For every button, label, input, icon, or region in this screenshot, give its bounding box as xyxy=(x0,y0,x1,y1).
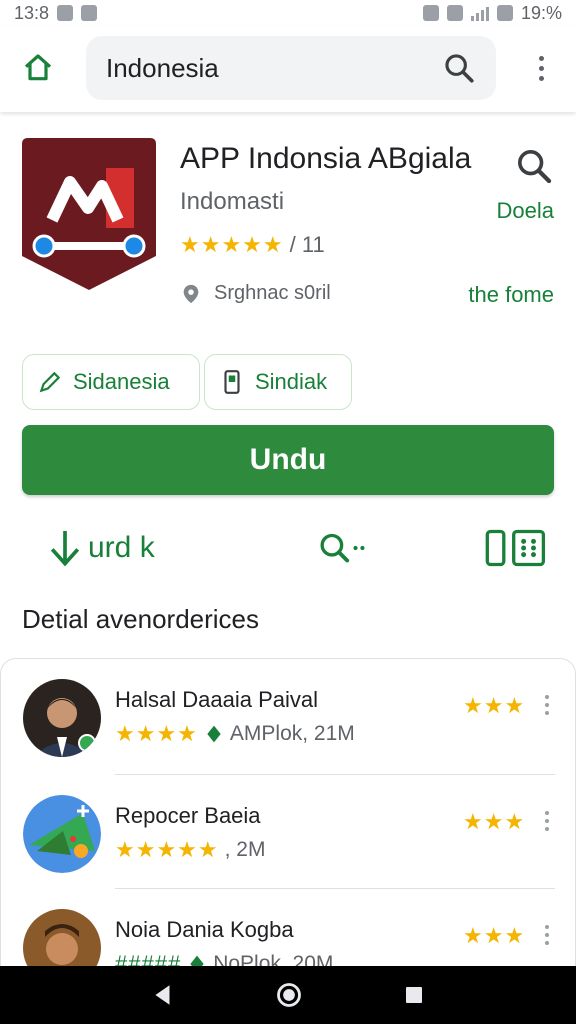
signal-icon xyxy=(470,5,489,21)
pencil-icon xyxy=(39,371,61,393)
system-nav-bar xyxy=(0,966,576,1024)
search-query: Indonesia xyxy=(106,52,219,83)
developer-link[interactable]: Doela xyxy=(497,198,554,224)
action-label: urd k xyxy=(88,531,155,564)
app-title: APP Indonsia ABgiala xyxy=(180,142,472,175)
more-options-button[interactable] xyxy=(545,695,549,715)
avatar xyxy=(23,909,101,967)
search-action[interactable] xyxy=(318,524,368,572)
recents-icon[interactable] xyxy=(402,983,426,1007)
battery-percent: 19:% xyxy=(520,2,562,23)
battery-icon xyxy=(496,5,513,21)
review-right-stars: ★★★ xyxy=(463,693,526,718)
chip-sindiak[interactable]: Sindiak xyxy=(204,354,352,410)
section-title: Detial avenorderices xyxy=(22,604,260,634)
location-pin-icon xyxy=(183,284,199,303)
list-item[interactable]: Halsal Daaaia Paival ★★★★ AMPlok, 21M ★★… xyxy=(1,659,575,771)
home-nav-icon[interactable] xyxy=(275,981,303,1009)
book-icon xyxy=(485,529,546,567)
home-button[interactable] xyxy=(18,48,58,88)
review-stars: ★★★★ xyxy=(115,721,198,746)
review-name: Halsal Daaaia Paival xyxy=(115,687,318,712)
back-icon[interactable] xyxy=(150,982,176,1008)
rating-stars: ★★★★★ xyxy=(180,232,284,257)
more-options-button[interactable] xyxy=(545,925,549,945)
phone-icon xyxy=(224,370,240,394)
vibrate-icon xyxy=(422,5,439,21)
download-action[interactable]: urd k xyxy=(48,524,155,572)
chip-sidanesia[interactable]: Sidanesia xyxy=(22,354,200,410)
app-rating: ★★★★★ / 11 xyxy=(180,232,325,258)
app-developer[interactable]: Indomasti xyxy=(180,188,284,216)
review-meta: ★★★★★ , 2M xyxy=(115,837,265,863)
chip-label: Sidanesia xyxy=(73,369,170,394)
list-item[interactable]: Repocer Baeia ★★★★★ , 2M ★★★ xyxy=(1,775,575,887)
review-stars: ★★★★★ xyxy=(115,837,219,862)
rating-count: / 11 xyxy=(289,232,325,257)
see-more-link[interactable]: the fome xyxy=(468,282,554,308)
verified-icon xyxy=(207,725,221,743)
status-bar: 13:8 19:% xyxy=(0,0,576,26)
search-input[interactable]: Indonesia xyxy=(86,36,496,100)
search-header: Indonesia xyxy=(0,26,576,112)
avatar xyxy=(23,679,101,757)
home-icon xyxy=(24,54,52,81)
search-icon[interactable] xyxy=(514,146,554,186)
more-options-button[interactable] xyxy=(526,48,556,88)
review-right-stars: ★★★ xyxy=(463,923,526,948)
library-action[interactable] xyxy=(484,524,550,572)
location-text: Srghnac s0ril xyxy=(214,282,331,304)
status-time: 13:8 xyxy=(14,2,50,23)
chip-label: Sindiak xyxy=(255,369,328,394)
search-icon[interactable] xyxy=(442,51,476,85)
more-options-button[interactable] xyxy=(545,811,549,831)
review-name: Noia Dania Kogba xyxy=(115,917,294,942)
notification-icon xyxy=(57,5,74,21)
review-name: Repocer Baeia xyxy=(115,803,261,828)
search-icon xyxy=(320,533,365,563)
image-icon xyxy=(81,5,98,21)
review-meta: ★★★★ AMPlok, 21M xyxy=(115,721,355,747)
list-item[interactable]: Noia Dania Kogba ##### NoPlok, 20M ★★★ xyxy=(1,889,575,967)
review-list: Halsal Daaaia Paival ★★★★ AMPlok, 21M ★★… xyxy=(0,658,576,968)
dnd-icon xyxy=(446,5,463,21)
avatar xyxy=(23,795,101,873)
review-info: , 2M xyxy=(224,838,266,861)
review-info: AMPlok, 21M xyxy=(229,722,355,745)
install-button[interactable]: Undu xyxy=(22,425,554,495)
app-location: Srghnac s0ril xyxy=(180,282,331,305)
review-right-stars: ★★★ xyxy=(463,809,526,834)
app-icon[interactable] xyxy=(22,138,156,290)
download-icon xyxy=(50,531,80,567)
